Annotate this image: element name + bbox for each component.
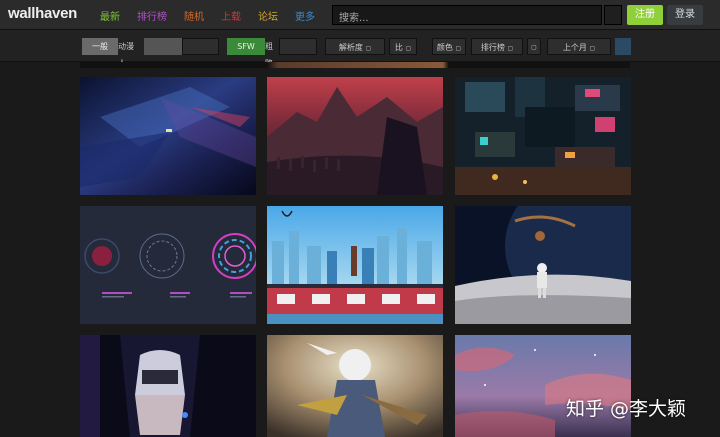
wallpaper-image [455, 335, 631, 437]
site-logo[interactable]: wallhaven [8, 5, 77, 22]
sort-label: 排行榜 [480, 43, 505, 52]
filter-general-button[interactable]: 一般 [82, 38, 118, 55]
filter-bar: 一般 动漫 人 SFW 粗略 解析度 ▢ 比 ▢ 颜色 ▢ 排行榜 ▢ ▢ 上个… [0, 30, 720, 68]
chevron-down-icon: ▢ [589, 45, 596, 52]
wallpaper-image [267, 335, 443, 437]
login-button[interactable]: 登录 [667, 5, 703, 25]
ratio-dropdown[interactable]: 比 ▢ [389, 38, 417, 55]
apply-search-button[interactable] [615, 38, 631, 55]
wallpaper-thumbnail[interactable] [267, 77, 443, 195]
chevron-down-icon: ▢ [405, 45, 412, 52]
range-dropdown[interactable]: 上个月 ▢ [547, 38, 611, 55]
nav-more[interactable]: 更多 [295, 8, 315, 23]
top-bar: wallhaven 最新 排行榜 随机 上载 论坛 更多 搜索... 注册 登录 [0, 0, 720, 30]
register-button[interactable]: 注册 [627, 5, 663, 25]
wallpaper-thumbnail[interactable] [80, 77, 256, 195]
wallpaper-image [455, 206, 631, 324]
wallpaper-thumbnail[interactable] [455, 335, 631, 437]
previous-row-strip [80, 62, 630, 68]
nav-forums[interactable]: 论坛 [258, 8, 278, 23]
wallpaper-image [80, 77, 256, 195]
search-input[interactable]: 搜索... [332, 5, 602, 25]
wallpaper-thumbnail[interactable] [80, 335, 256, 437]
wallpaper-thumbnail[interactable] [267, 335, 443, 437]
wallpaper-image [267, 77, 443, 195]
wallpaper-thumbnail[interactable] [267, 206, 443, 324]
filter-nsfw-button[interactable] [279, 38, 317, 55]
filter-sfw-button[interactable]: SFW [227, 38, 265, 55]
nav-random[interactable]: 随机 [184, 8, 204, 23]
watermark-text: 知乎 @李大颖 [566, 398, 687, 420]
chevron-down-icon: ▢ [507, 45, 514, 52]
sort-order-button[interactable]: ▢ [527, 38, 541, 55]
nav-toplist[interactable]: 排行榜 [137, 8, 167, 23]
nav-latest[interactable]: 最新 [100, 8, 120, 23]
filter-anime-people-button[interactable]: 动漫 人 [118, 38, 144, 68]
nav-upload[interactable]: 上载 [221, 8, 241, 23]
wallpaper-thumbnail[interactable] [80, 206, 256, 324]
filter-blank-button[interactable] [182, 38, 219, 55]
color-dropdown[interactable]: 颜色 ▢ [432, 38, 466, 55]
wallpaper-image [80, 206, 256, 324]
range-label: 上个月 [562, 43, 587, 52]
color-label: 颜色 [436, 43, 453, 52]
search-options-button[interactable] [604, 5, 622, 25]
sort-dropdown[interactable]: 排行榜 ▢ [471, 38, 523, 55]
resolution-dropdown[interactable]: 解析度 ▢ [325, 38, 385, 55]
chevron-down-icon: ▢ [455, 45, 462, 52]
ratio-label: 比 [394, 43, 403, 52]
wallpaper-thumbnail[interactable] [455, 206, 631, 324]
resolution-label: 解析度 [338, 43, 363, 52]
wallpaper-image [80, 335, 256, 437]
wallpaper-image [267, 206, 443, 324]
chevron-down-icon: ▢ [365, 45, 372, 52]
filter-sketchy-button[interactable]: 粗略 [265, 38, 279, 68]
wallpaper-image [455, 77, 631, 195]
wallpaper-thumbnail[interactable] [455, 77, 631, 195]
filter-people-button[interactable] [144, 38, 182, 55]
